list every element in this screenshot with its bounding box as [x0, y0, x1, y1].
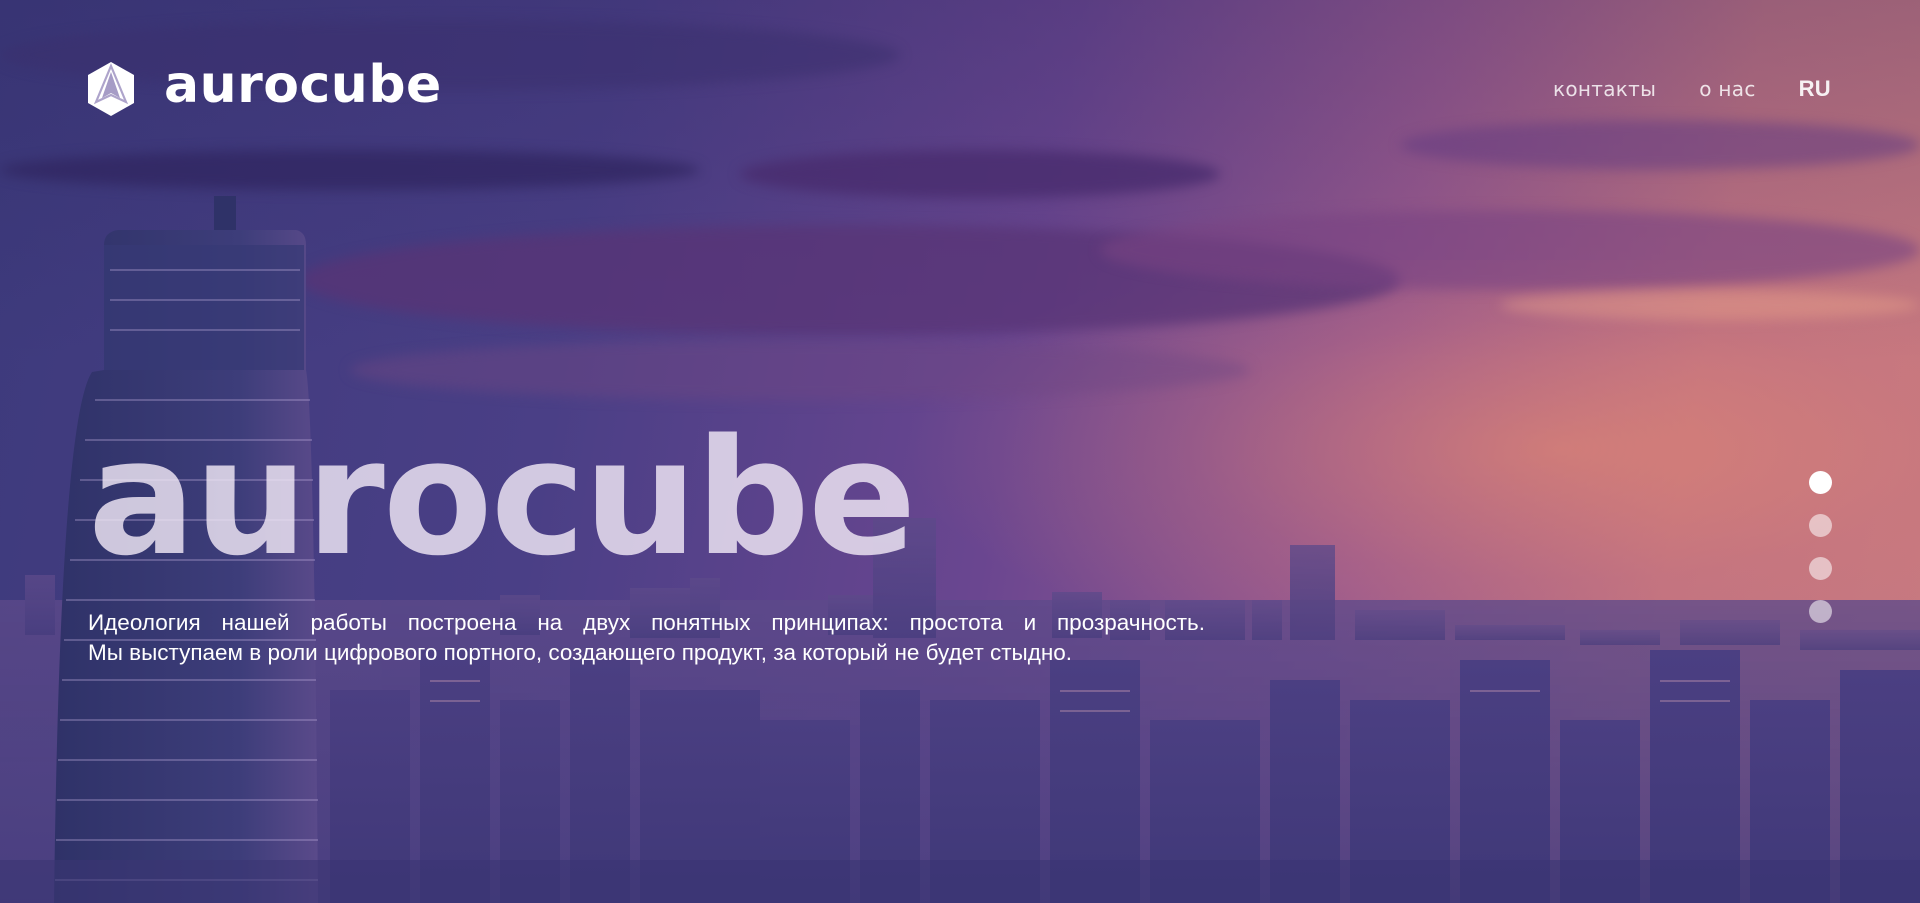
aurocube-cube-logo-icon	[88, 62, 134, 116]
hero-description: Идеология нашей работы построена на двух…	[88, 608, 1205, 668]
slider-dot-2[interactable]	[1809, 514, 1832, 537]
hero-title: aurocube	[88, 404, 916, 591]
slider-dot-3[interactable]	[1809, 557, 1832, 580]
nav-link-about[interactable]: о нас	[1699, 77, 1755, 101]
slider-pagination	[1809, 471, 1833, 643]
brand-logo[interactable]: aurocube	[88, 55, 442, 116]
brand-name: aurocube	[164, 55, 442, 115]
slider-dot-1[interactable]	[1809, 471, 1832, 494]
hero-description-line-1: Идеология нашей работы построена на двух…	[88, 610, 1205, 635]
slider-dot-4[interactable]	[1809, 600, 1832, 623]
language-switcher[interactable]: RU	[1799, 76, 1831, 102]
top-nav: контакты о нас RU	[1510, 76, 1831, 102]
nav-link-contacts[interactable]: контакты	[1553, 77, 1656, 101]
hero-description-line-2: Мы выступаем в роли цифрового портного, …	[88, 640, 1073, 665]
